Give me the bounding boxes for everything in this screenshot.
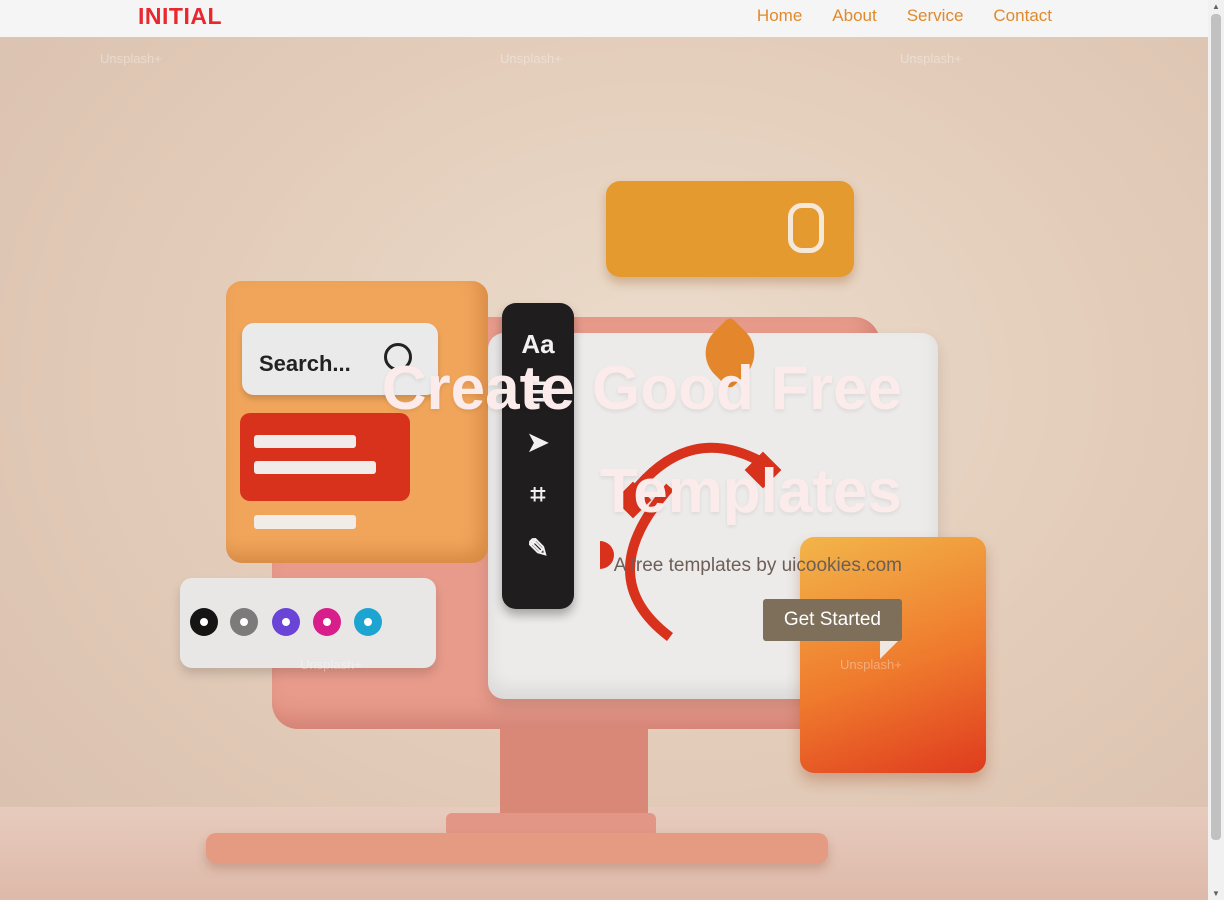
scroll-down-icon[interactable]: ▼ — [1212, 889, 1220, 898]
nav-link-about[interactable]: About — [832, 6, 876, 26]
nav-link-service[interactable]: Service — [907, 6, 964, 26]
keyboard-illustration — [206, 833, 828, 863]
swatch-gray — [230, 608, 258, 636]
swatch-black — [190, 608, 218, 636]
hero-subtitle: A free templates by uicookies.com — [613, 555, 902, 576]
attachment-pill — [606, 181, 854, 277]
hero-content: Create Good Free Templates A free templa… — [282, 337, 902, 641]
watermark: Unsplash+ — [900, 51, 962, 66]
watermark: Unsplash+ — [500, 51, 562, 66]
get-started-button[interactable]: Get Started — [762, 599, 902, 641]
scroll-thumb[interactable] — [1211, 14, 1221, 840]
scrollbar[interactable]: ▲ ▼ — [1208, 0, 1224, 900]
hero-section: Search... Aa ☰ ➤ ⌗ ✎ Unsplash+ Unsplash+… — [0, 37, 1208, 900]
paperclip-icon — [788, 203, 824, 253]
watermark: Unsplash+ — [100, 51, 162, 66]
watermark: Unsplash+ — [840, 657, 902, 672]
monitor-neck — [500, 727, 648, 817]
brand-logo[interactable]: INITIAL — [138, 3, 222, 30]
nav-links: Home About Service Contact — [757, 6, 1052, 26]
watermark: Unsplash+ — [300, 657, 362, 672]
nav-link-home[interactable]: Home — [757, 6, 802, 26]
scroll-up-icon[interactable]: ▲ — [1212, 2, 1220, 11]
nav-link-contact[interactable]: Contact — [993, 6, 1052, 26]
navbar: INITIAL Home About Service Contact — [0, 0, 1208, 37]
hero-title: Create Good Free Templates — [381, 354, 902, 526]
